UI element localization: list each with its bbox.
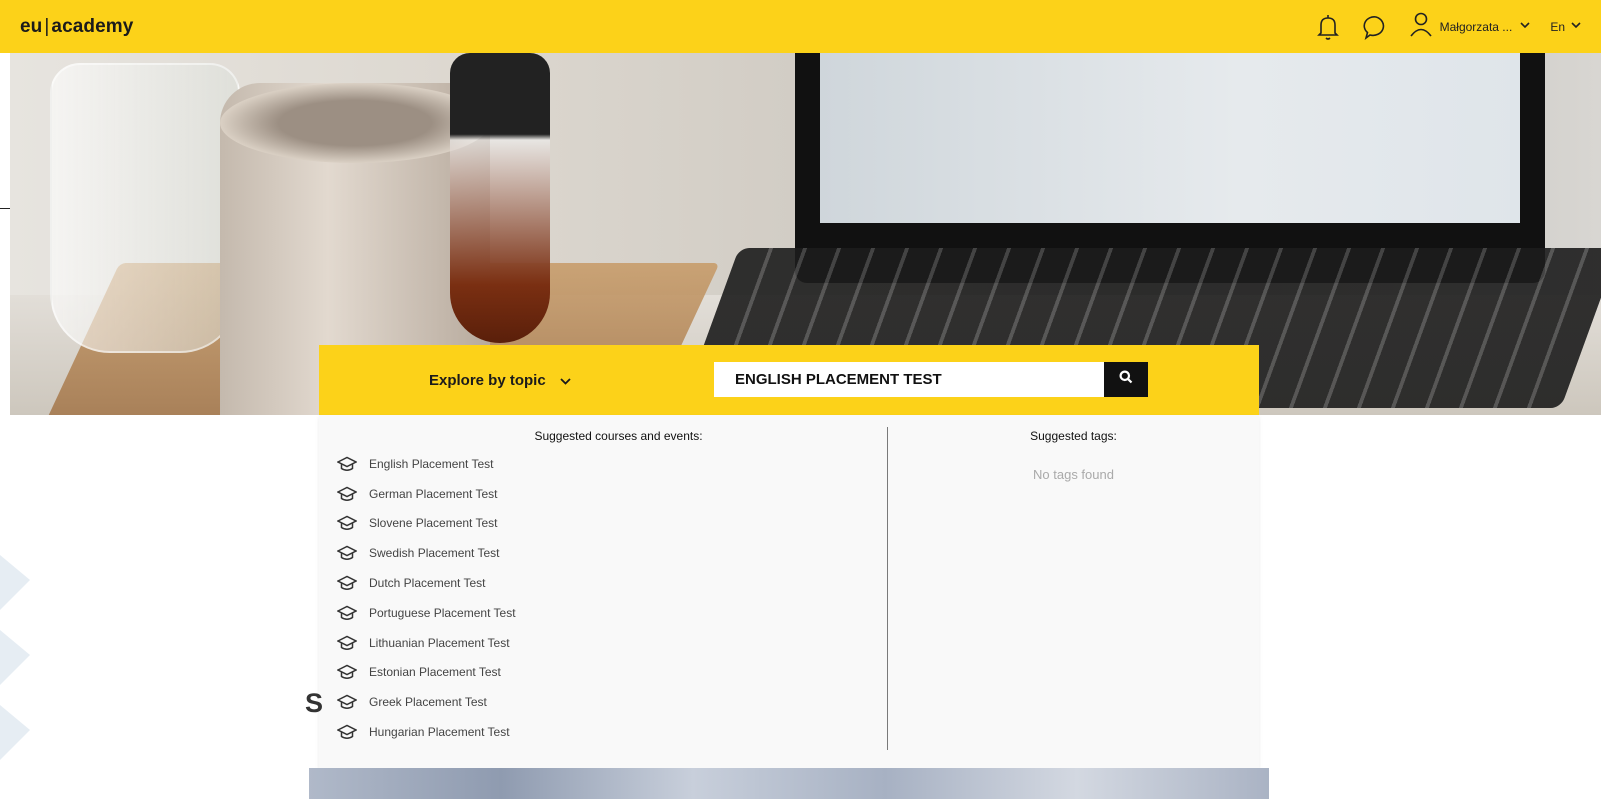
hero-bottle [450, 53, 550, 343]
user-menu[interactable]: Małgorzata ... [1409, 11, 1531, 42]
top-navigation-bar: eu | academy Małgorzata ... En [0, 0, 1601, 53]
suggested-courses-list: English Placement Test German Placement … [319, 449, 888, 747]
left-decorative-shapes [0, 555, 30, 760]
topbar-actions: Małgorzata ... En [1314, 0, 1581, 53]
search-bar: Explore by topic [319, 345, 1259, 415]
chevron-down-icon [1520, 21, 1530, 32]
search-button[interactable] [1104, 362, 1148, 397]
list-item-label: Estonian Placement Test [369, 665, 501, 680]
content-image-strip [309, 768, 1269, 799]
list-item[interactable]: Slovene Placement Test [335, 509, 888, 539]
search-input[interactable] [714, 362, 1104, 397]
graduation-cap-icon [335, 543, 359, 563]
list-item-label: Lithuanian Placement Test [369, 635, 510, 650]
bell-icon[interactable] [1314, 13, 1342, 41]
search-suggestions-dropdown: Suggested courses and events: English Pl… [319, 415, 1259, 769]
list-item[interactable]: Lithuanian Placement Test [335, 628, 888, 658]
list-item[interactable]: German Placement Test [335, 479, 888, 509]
language-label: En [1550, 19, 1565, 34]
graduation-cap-icon [335, 454, 359, 474]
list-item[interactable]: Portuguese Placement Test [335, 598, 888, 628]
suggested-courses-column: Suggested courses and events: English Pl… [319, 415, 888, 769]
user-name: Małgorzata ... [1439, 19, 1513, 34]
left-divider-line [0, 208, 10, 209]
list-item[interactable]: Greek Placement Test [335, 687, 888, 717]
no-tags-message: No tags found [1033, 467, 1114, 482]
list-item[interactable]: English Placement Test [335, 449, 888, 479]
graduation-cap-icon [335, 692, 359, 712]
language-selector[interactable]: En [1550, 20, 1581, 34]
chevron-down-icon [1571, 21, 1581, 32]
list-item-label: German Placement Test [369, 486, 498, 501]
user-icon [1409, 11, 1432, 42]
list-item-label: Hungarian Placement Test [369, 725, 510, 740]
graduation-cap-icon [335, 662, 359, 682]
list-item-label: Dutch Placement Test [369, 576, 486, 591]
explore-by-topic-label: Explore by topic [429, 371, 546, 389]
list-item-label: Greek Placement Test [369, 695, 487, 710]
list-item[interactable]: Swedish Placement Test [335, 538, 888, 568]
logo-text-eu: eu [20, 15, 43, 37]
suggested-tags-title: Suggested tags: [1030, 429, 1117, 443]
suggested-courses-title: Suggested courses and events: [534, 429, 703, 443]
list-item[interactable]: Hungarian Placement Test [335, 717, 888, 747]
explore-by-topic-dropdown[interactable]: Explore by topic [429, 345, 571, 415]
list-item-label: Swedish Placement Test [369, 546, 500, 561]
hero-laptop-screen [820, 53, 1520, 223]
graduation-cap-icon [335, 513, 359, 533]
suggested-tags-column: Suggested tags: No tags found [888, 415, 1259, 769]
list-item[interactable]: Dutch Placement Test [335, 568, 888, 598]
graduation-cap-icon [335, 603, 359, 623]
section-heading-partial: S [305, 688, 324, 718]
logo-separator: | [44, 15, 50, 37]
list-item[interactable]: Estonian Placement Test [335, 658, 888, 688]
list-item-label: English Placement Test [369, 456, 494, 471]
search-icon [1119, 370, 1133, 389]
list-item-label: Slovene Placement Test [369, 516, 498, 531]
chevron-down-icon [560, 372, 571, 389]
graduation-cap-icon [335, 722, 359, 742]
hero-glass-vase [50, 63, 240, 353]
graduation-cap-icon [335, 484, 359, 504]
chat-bubble-icon[interactable] [1362, 13, 1390, 41]
eu-academy-logo[interactable]: eu | academy [20, 16, 133, 38]
graduation-cap-icon [335, 573, 359, 593]
logo-text-academy: academy [51, 15, 134, 37]
graduation-cap-icon [335, 633, 359, 653]
list-item-label: Portuguese Placement Test [369, 605, 516, 620]
